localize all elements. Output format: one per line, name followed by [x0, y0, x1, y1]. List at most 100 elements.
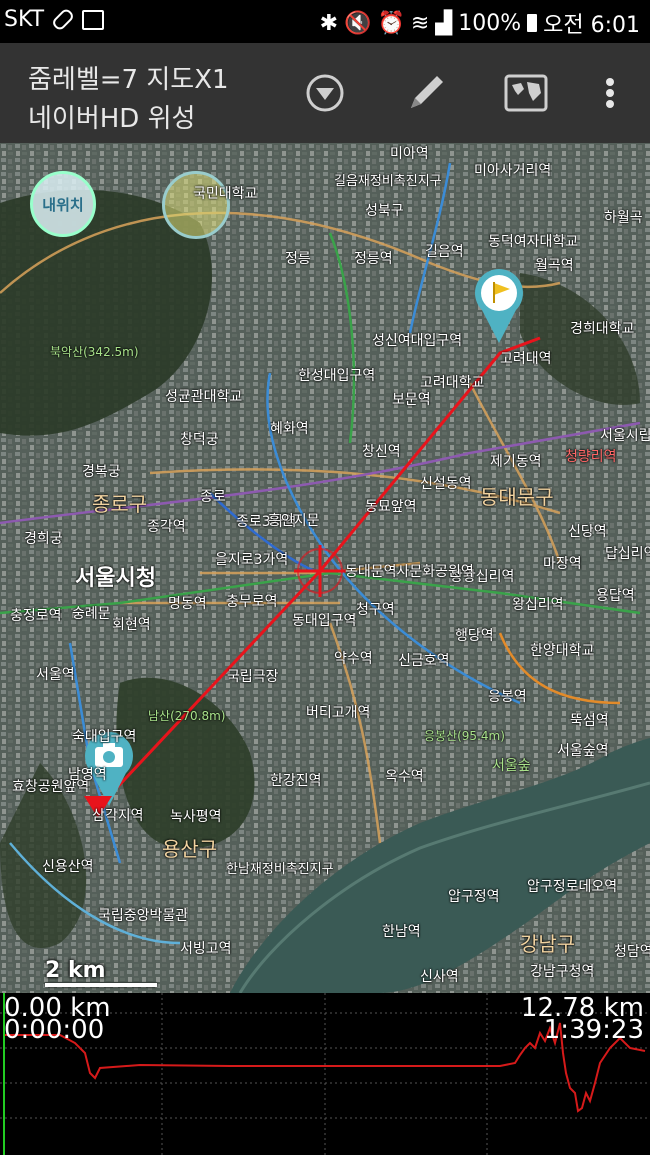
- map-label: 한성대입구역: [298, 368, 376, 384]
- map-label: 길음재정비촉진지구: [334, 174, 442, 189]
- compass-button[interactable]: [162, 171, 230, 239]
- map-label: 응봉역: [488, 689, 527, 705]
- dropdown-button[interactable]: [301, 69, 349, 117]
- map-label: 응봉산(95.4m): [424, 729, 505, 743]
- end-time-label: 1:39:23: [543, 1015, 644, 1045]
- map-label: 한남재정비촉진지구: [226, 862, 334, 877]
- map-label: 강남구: [520, 932, 576, 956]
- chevron-down-icon: [306, 74, 344, 112]
- map-label: 신용산역: [42, 859, 94, 875]
- map-label: 옥수역: [385, 769, 424, 785]
- map-label: 성북구: [365, 203, 404, 219]
- map-label: 성균관대학교: [165, 389, 243, 405]
- map-label: 충무로역: [226, 594, 278, 610]
- map-label: 국립극장: [227, 669, 279, 685]
- overflow-menu-button[interactable]: [586, 69, 634, 117]
- map-label: 신당역: [568, 524, 607, 540]
- map-label: 용답역: [596, 588, 635, 604]
- clock-label: 오전 6:01: [543, 13, 640, 38]
- map-label: 보문역: [392, 392, 431, 408]
- map-label: 버티고개역: [306, 705, 371, 721]
- map-label: 신사역: [420, 969, 459, 985]
- map-label: 답십리역: [605, 546, 650, 562]
- map-label: 약수역: [334, 651, 373, 667]
- map-label: 충정로역: [10, 608, 62, 624]
- map-label: 삼각지역: [92, 808, 144, 824]
- alarm-icon: ⏰: [377, 10, 405, 36]
- map-label: 북악산(342.5m): [50, 345, 139, 359]
- map-label: 경복궁: [82, 464, 121, 480]
- map-label: 동덕여자대학교: [488, 234, 579, 250]
- map-label: 흥인지문: [268, 513, 320, 529]
- edit-button[interactable]: [402, 69, 450, 117]
- battery-label: 100%: [458, 10, 522, 36]
- map-label: 종로: [200, 489, 226, 505]
- carrier-label: SKT: [4, 7, 45, 32]
- map-label: 청담역: [614, 944, 650, 960]
- map-label: 압구정역: [448, 889, 500, 905]
- map-label: 왕십리역: [512, 597, 564, 613]
- scale-bar: 2 km: [45, 958, 157, 987]
- map-label: 창신역: [362, 444, 401, 460]
- map-label: 남산(270.8m): [148, 709, 226, 723]
- my-location-button[interactable]: 내위치: [30, 171, 96, 237]
- map-label: 동대입구역: [292, 613, 357, 629]
- map-label: 제기동역: [490, 454, 542, 470]
- map-label: 명동역: [168, 596, 207, 612]
- map-label: 용산구: [162, 837, 218, 861]
- map-label: 서울시립대: [600, 428, 650, 444]
- map-label: 경희궁: [24, 531, 63, 547]
- battery-icon: [527, 14, 538, 32]
- map-label: 서울시청: [75, 566, 156, 591]
- map-label: 회현역: [112, 617, 151, 633]
- map-label: 미아사거리역: [474, 163, 552, 179]
- map-label: 종로구: [92, 492, 148, 516]
- map-label: 서울숲역: [557, 743, 609, 759]
- map-label: 한강진역: [270, 773, 322, 789]
- map-label: 성신여대입구역: [372, 333, 463, 349]
- map-label: 창덕궁: [180, 432, 219, 448]
- start-time-label: 0:00:00: [4, 1015, 105, 1045]
- map-label: 마장역: [543, 556, 582, 572]
- map-label: 경희대학교: [570, 321, 635, 337]
- map-label: 종각역: [147, 519, 186, 535]
- image-icon: [82, 9, 105, 30]
- map-label: 을지로3가역: [215, 552, 289, 568]
- map-label: 압구정로데오역: [527, 879, 618, 895]
- map-label: 국립중앙박물관: [98, 908, 189, 924]
- map-label: 정릉: [285, 251, 311, 267]
- map-label: 행당역: [455, 628, 494, 644]
- map-label: 녹사평역: [170, 809, 222, 825]
- map-label: 청량리역: [565, 449, 617, 465]
- map-label: 혜화역: [270, 421, 309, 437]
- map-label: 국민대학교: [193, 186, 258, 202]
- map-label: 서빙고역: [180, 941, 232, 957]
- status-bar: SKT ✱ 🔇 ⏰ ≋ ▟ 100% 오전 6:01: [0, 0, 650, 43]
- map-label: 서울숲: [492, 758, 531, 774]
- map-label: 신설동역: [420, 476, 472, 492]
- app-toolbar: 줌레벨=7 지도X1 네이버HD 위성: [0, 43, 650, 143]
- pencil-icon: [411, 76, 443, 108]
- elevation-profile-chart[interactable]: 0.00 km 0:00:00 12.78 km 1:39:23: [0, 993, 650, 1155]
- map-label: 월곡역: [535, 258, 574, 274]
- satellite-map[interactable]: 내위치 서울시청 종로구 동대문구 용산구 강남구 성북구 혜화역 동묘앞역 신…: [0, 143, 650, 993]
- map-label: 고려대역: [500, 351, 552, 367]
- map-label: 숭례문: [72, 606, 111, 622]
- map-label: 동묘앞역: [365, 499, 417, 515]
- map-source-label: 네이버HD 위성: [28, 104, 196, 134]
- mute-icon: 🔇: [344, 10, 372, 36]
- map-label: 한남역: [382, 924, 421, 940]
- map-label: 남영역: [68, 767, 107, 783]
- bluetooth-icon: ✱: [319, 10, 339, 36]
- signal-icon: ▟: [435, 10, 453, 36]
- my-location-label: 내위치: [42, 195, 84, 214]
- pill-icon: [50, 7, 76, 32]
- map-layers-button[interactable]: [502, 69, 550, 117]
- map-label: 강남구청역: [530, 964, 595, 980]
- map-label: 서울역: [36, 667, 75, 683]
- wifi-icon: ≋: [410, 10, 430, 36]
- map-label: 하월곡: [604, 210, 643, 226]
- map-label: 동대문역사문화공원역: [345, 564, 474, 580]
- scale-line: [45, 983, 157, 987]
- map-label: 신금호역: [398, 653, 450, 669]
